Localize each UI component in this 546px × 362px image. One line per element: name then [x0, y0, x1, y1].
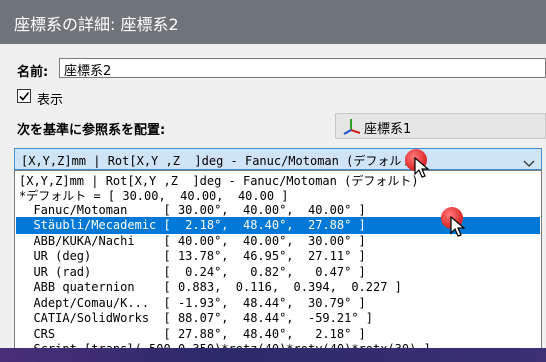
coordinate-frame-icon: [342, 117, 362, 139]
reference-frame-button[interactable]: 座標系1: [335, 113, 546, 139]
coordinate-details-dialog: 座標系の詳細: 座標系2 名前: 座標系2 表示 次を基準に参照系を配置: 座標…: [0, 0, 546, 350]
format-option[interactable]: UR (deg) [ 13.78°, 46.95°, 27.11° ]: [16, 248, 540, 265]
format-dropdown-list: [X,Y,Z]mm | Rot[X,Y ,Z ]deg - Fanuc/Moto…: [14, 170, 542, 350]
reference-frame-label: 座標系1: [364, 122, 412, 137]
format-option[interactable]: ABB quaternion [ 0.883, 0.116, 0.394, 0.…: [16, 279, 540, 296]
visible-checkbox[interactable]: [17, 89, 31, 103]
name-label: 名前:: [17, 65, 49, 80]
place-reference-label: 次を基準に参照系を配置:: [17, 123, 166, 138]
desktop-background: [0, 348, 546, 362]
format-combobox-value: [X,Y,Z]mm | Rot[X,Y ,Z ]deg - Fanuc/Moto…: [21, 154, 421, 168]
dialog-title: 座標系の詳細: 座標系2: [14, 15, 179, 34]
checkmark-icon: [19, 92, 30, 101]
format-combobox[interactable]: [X,Y,Z]mm | Rot[X,Y ,Z ]deg - Fanuc/Moto…: [14, 148, 542, 170]
title-bar: 座標系の詳細: 座標系2: [0, 0, 546, 44]
name-field[interactable]: 座標系2: [59, 58, 546, 79]
pointer-cursor-icon: [414, 157, 430, 178]
pointer-cursor-icon: [450, 216, 466, 237]
visible-label: 表示: [37, 93, 64, 108]
format-option[interactable]: *デフォルト = [ 30.00, 40.00, 40.00 ]: [16, 186, 540, 203]
format-option[interactable]: CATIA/SolidWorks [ 88.07°, 48.44°, -59.2…: [16, 310, 540, 327]
